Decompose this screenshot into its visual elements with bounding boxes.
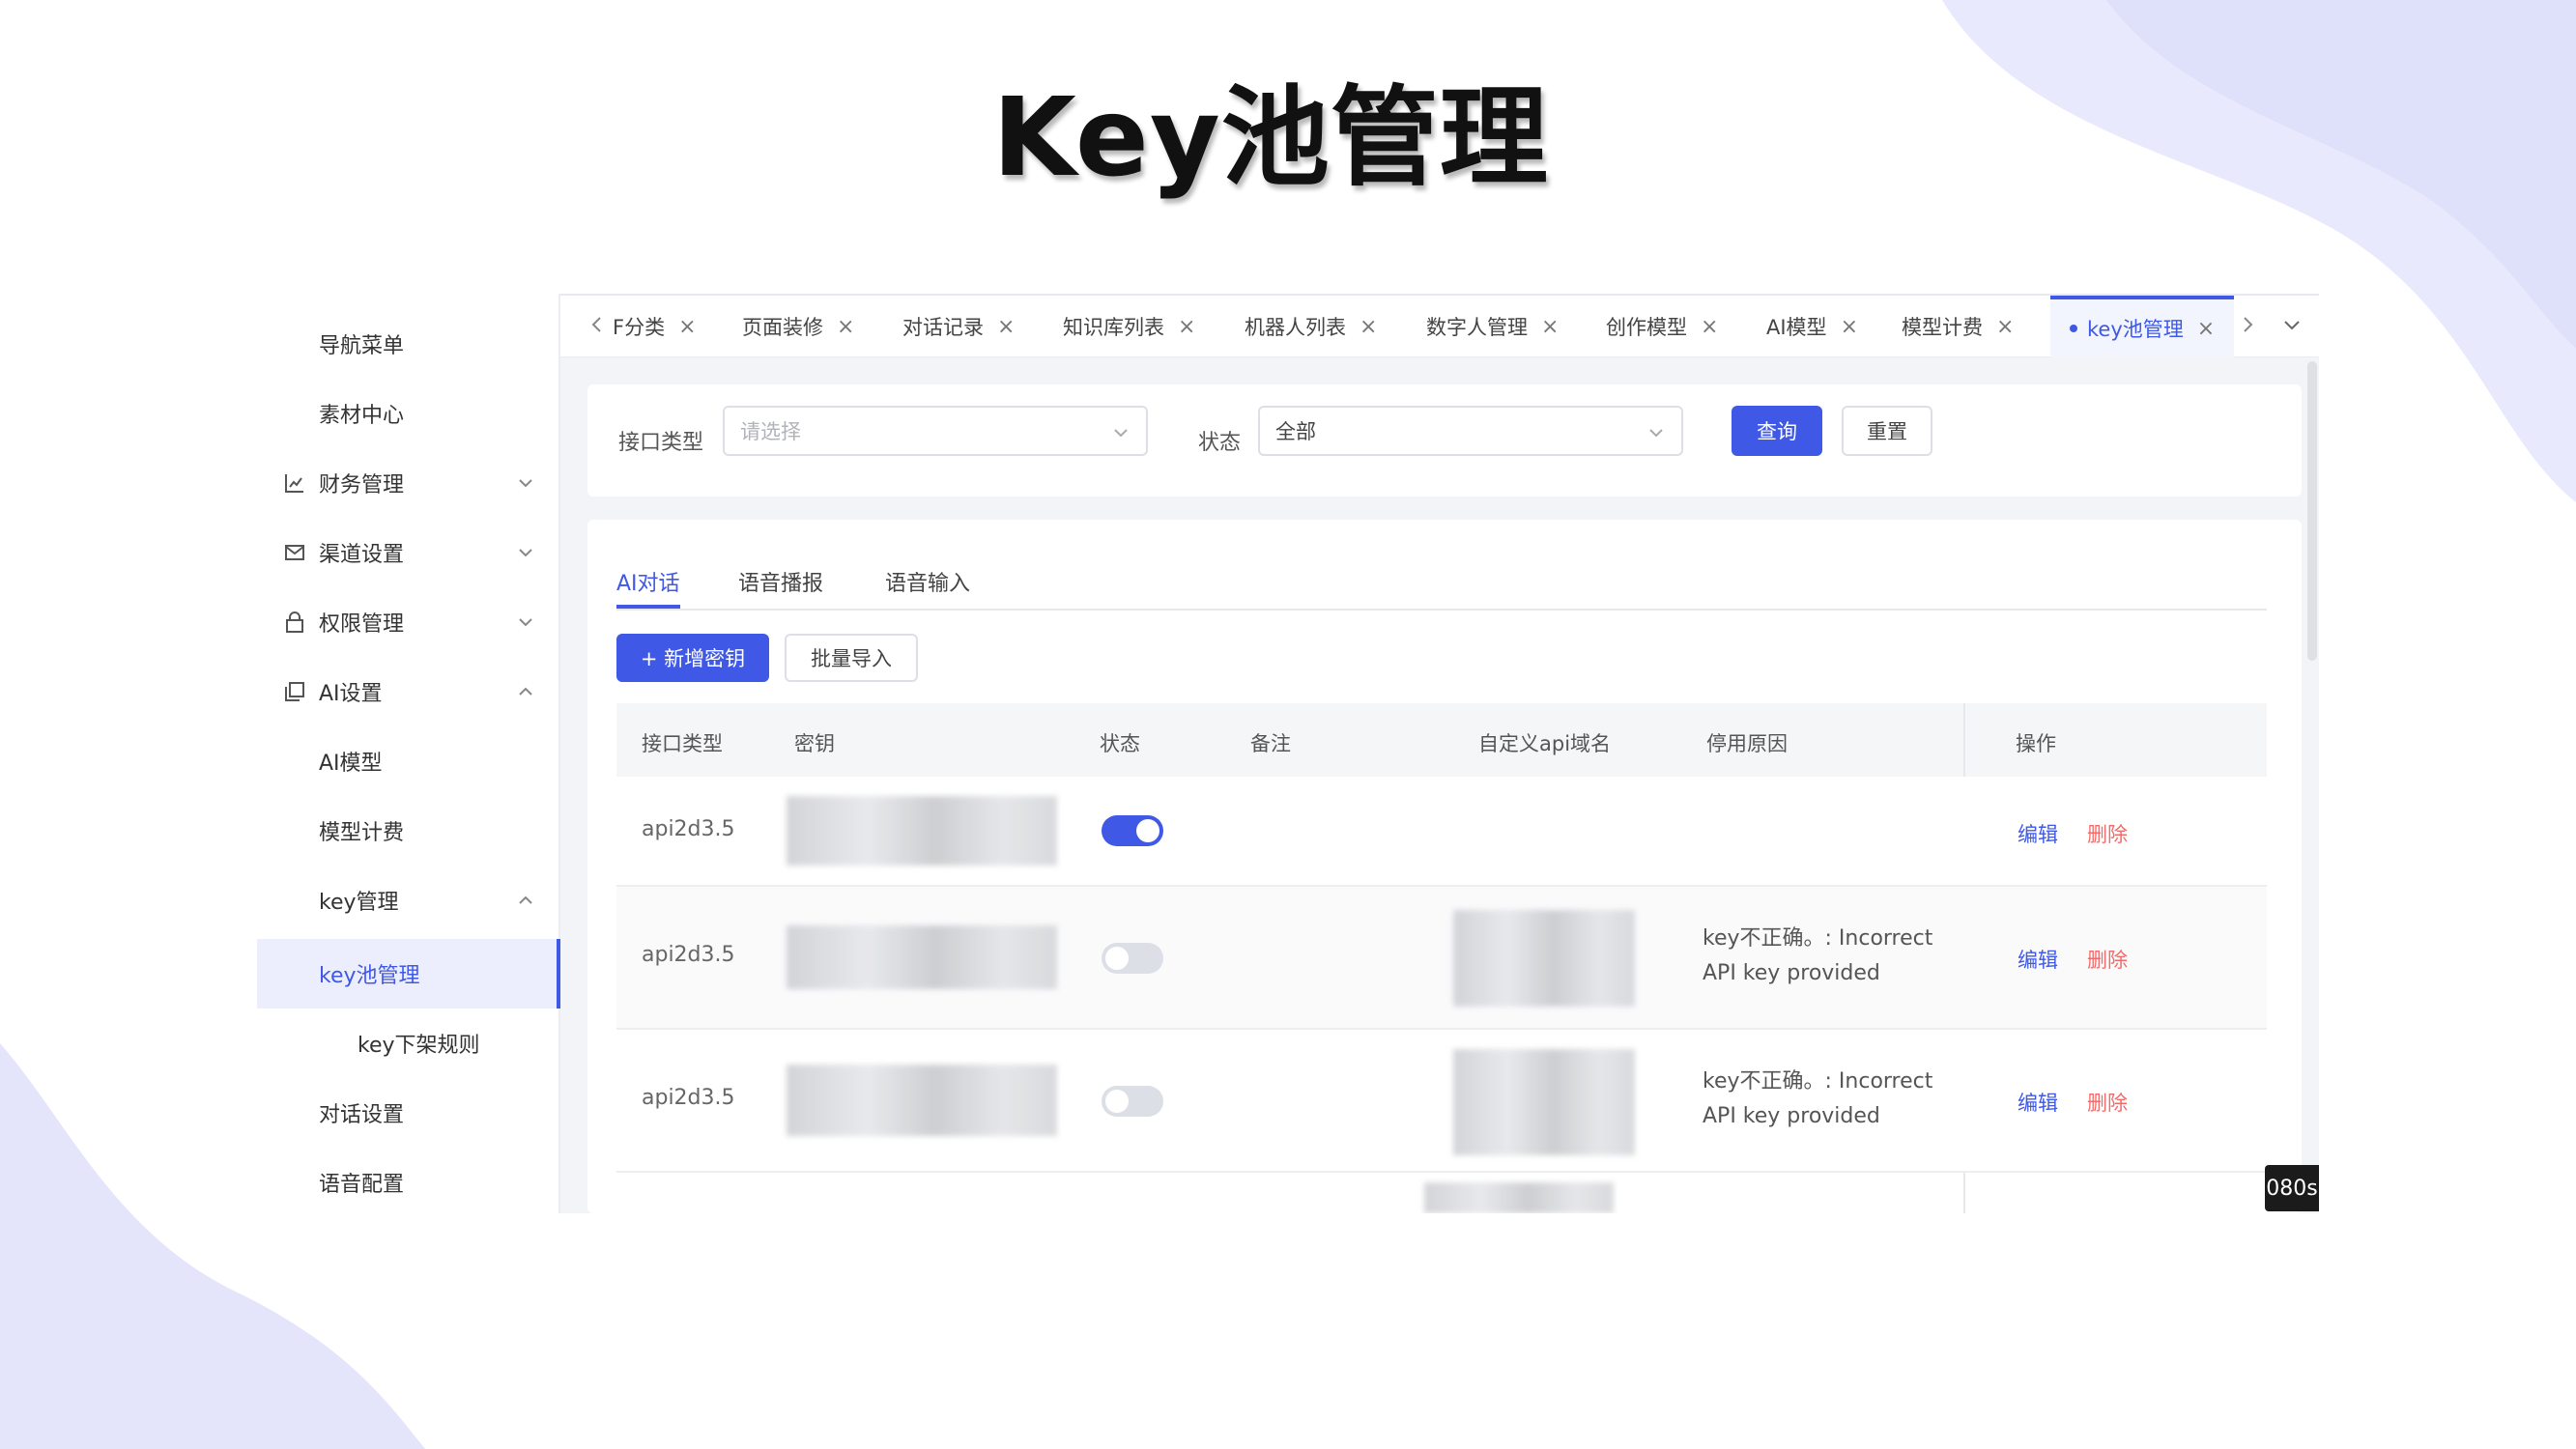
close-icon[interactable]: × <box>2197 317 2215 341</box>
table-header: 接口类型 密钥 状态 备注 自定义api域名 停用原因 操作 <box>616 703 2267 777</box>
type-filter-label: 接口类型 <box>618 431 704 455</box>
tab-dialog-records[interactable]: 对话记录 × <box>902 296 1015 357</box>
query-button[interactable]: 查询 <box>1732 406 1822 456</box>
sidebar: 导航菜单 素材中心 财务管理 渠道设置 权限管理 AI设置 AI模型 模型计费 … <box>257 294 560 1213</box>
sidebar-item-material-center[interactable]: 素材中心 <box>257 379 560 448</box>
edit-link[interactable]: 编辑 <box>2018 945 2058 974</box>
delete-link[interactable]: 删除 <box>2087 1088 2128 1117</box>
sidebar-item-dialog-settings[interactable]: 对话设置 <box>257 1078 560 1148</box>
column-header: 操作 <box>2016 732 2056 755</box>
chevron-down-icon <box>1114 429 1128 438</box>
copy-icon <box>282 679 307 704</box>
sidebar-item-ai-model[interactable]: AI模型 <box>257 726 560 796</box>
column-header: 密钥 <box>794 732 835 755</box>
tabs-divider <box>616 609 2267 611</box>
sidebar-item-voice-config[interactable]: 语音配置 <box>257 1148 560 1213</box>
close-icon[interactable]: × <box>678 315 696 339</box>
close-icon[interactable]: × <box>1841 315 1858 339</box>
delete-link[interactable]: 删除 <box>2087 819 2128 848</box>
masked-domain <box>1424 1182 1614 1213</box>
column-header: 备注 <box>1250 732 1291 755</box>
status-toggle[interactable] <box>1102 815 1163 846</box>
status-toggle[interactable] <box>1102 943 1163 974</box>
masked-domain <box>1453 910 1635 1007</box>
tab-model-billing[interactable]: 模型计费 × <box>1902 296 2014 357</box>
tab-digital-human[interactable]: 数字人管理 × <box>1426 296 1559 357</box>
sidebar-item-nav-menu[interactable]: 导航菜单 <box>257 309 560 379</box>
add-key-button[interactable]: + 新增密钥 <box>616 634 769 682</box>
tab-voice-broadcast[interactable]: 语音播报 <box>738 566 823 609</box>
edit-link[interactable]: 编辑 <box>2018 819 2058 848</box>
column-header: 停用原因 <box>1706 732 1788 755</box>
chevron-right-icon[interactable] <box>2236 313 2259 336</box>
app-screenshot: 导航菜单 素材中心 财务管理 渠道设置 权限管理 AI设置 AI模型 模型计费 … <box>257 294 2319 1213</box>
tab-category[interactable]: F分类 × <box>613 296 697 357</box>
tab-knowledge-base[interactable]: 知识库列表 × <box>1063 296 1195 357</box>
close-icon[interactable]: × <box>1996 315 2014 339</box>
scrollbar[interactable] <box>2307 361 2317 661</box>
tab-creation-model[interactable]: 创作模型 × <box>1606 296 1718 357</box>
table-row: api2d3.5 key不正确。: Incorrect API key prov… <box>616 887 2267 1030</box>
table-row: api2d3.5 key不正确。: Incorrect API key prov… <box>616 1030 2267 1173</box>
sidebar-item-key-pool[interactable]: key池管理 <box>257 939 560 1009</box>
tab-robot-list[interactable]: 机器人列表 × <box>1245 296 1377 357</box>
sidebar-item-permission[interactable]: 权限管理 <box>257 587 560 657</box>
sidebar-item-channel[interactable]: 渠道设置 <box>257 518 560 587</box>
api-type-cell: api2d3.5 <box>642 817 735 841</box>
sidebar-item-ai-settings[interactable]: AI设置 <box>257 657 560 726</box>
timer-badge: 080s <box>2265 1165 2319 1211</box>
disable-reason: key不正确。: Incorrect API key provided <box>1703 1069 1933 1128</box>
masked-key <box>787 925 1057 989</box>
status-toggle[interactable] <box>1102 1086 1163 1117</box>
sidebar-item-finance[interactable]: 财务管理 <box>257 448 560 518</box>
delete-link[interactable]: 删除 <box>2087 945 2128 974</box>
sidebar-item-key-management[interactable]: key管理 <box>257 866 560 935</box>
type-select[interactable]: 请选择 <box>723 406 1148 456</box>
disable-reason: key不正确。: Incorrect API key provided <box>1703 926 1933 985</box>
filter-card: 接口类型 请选择 状态 全部 查询 重置 <box>587 384 2302 497</box>
chevron-left-icon[interactable] <box>586 313 609 336</box>
reset-button[interactable]: 重置 <box>1842 406 1932 456</box>
api-type-cell: api2d3.5 <box>642 943 735 967</box>
tab-ai-dialog[interactable]: AI对话 <box>616 566 680 609</box>
table-row: api2d3.5 编辑 删除 <box>616 777 2267 887</box>
close-icon[interactable]: × <box>1360 315 1377 339</box>
chevron-up-icon <box>519 895 532 904</box>
chevron-down-icon <box>519 479 532 488</box>
slide-title: Key池管理 <box>992 75 1549 201</box>
column-header: 接口类型 <box>642 732 723 755</box>
close-icon[interactable]: × <box>997 315 1015 339</box>
masked-key <box>787 796 1057 866</box>
tab-key-pool[interactable]: key池管理 × <box>2050 296 2235 357</box>
sidebar-item-model-billing[interactable]: 模型计费 <box>257 796 560 866</box>
tab-page-decoration[interactable]: 页面装修 × <box>742 296 854 357</box>
chevron-down-icon <box>519 618 532 627</box>
chevron-down-icon <box>519 549 532 557</box>
tab-voice-input[interactable]: 语音输入 <box>885 566 970 609</box>
key-list-card: AI对话 语音播报 语音输入 + 新增密钥 批量导入 接口类型 密钥 状态 备注… <box>587 520 2302 1213</box>
active-dot <box>2070 325 2077 332</box>
column-header: 状态 <box>1100 732 1140 755</box>
chart-icon <box>282 470 307 496</box>
batch-import-button[interactable]: 批量导入 <box>785 634 918 682</box>
tab-ai-model[interactable]: AI模型 × <box>1766 296 1858 357</box>
edit-link[interactable]: 编辑 <box>2018 1088 2058 1117</box>
masked-key <box>787 1065 1057 1136</box>
lock-icon <box>282 610 307 635</box>
status-filter-label: 状态 <box>1198 431 1242 455</box>
close-icon[interactable]: × <box>837 315 854 339</box>
tab-bar: F分类 × 页面装修 × 对话记录 × 知识库列表 × 机器人列表 × 数字人管理 × 创作… <box>560 294 2319 357</box>
status-select[interactable]: 全部 <box>1258 406 1683 456</box>
api-type-cell: api2d3.5 <box>642 1086 735 1110</box>
close-icon[interactable]: × <box>1541 315 1559 339</box>
chevron-up-icon <box>519 687 532 696</box>
close-icon[interactable]: × <box>1178 315 1195 339</box>
mail-icon <box>282 540 307 565</box>
column-header: 自定义api域名 <box>1478 732 1612 755</box>
chevron-down-icon[interactable] <box>2280 313 2304 336</box>
chevron-down-icon <box>1649 429 1663 438</box>
masked-domain <box>1453 1049 1635 1155</box>
close-icon[interactable]: × <box>1701 315 1718 339</box>
sidebar-item-key-rules[interactable]: key下架规则 <box>257 1009 560 1078</box>
